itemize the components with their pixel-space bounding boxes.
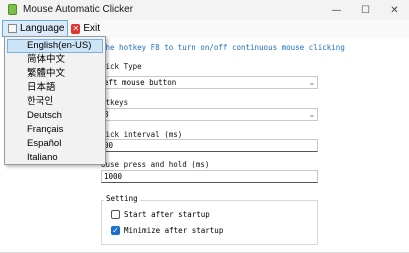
chevron-down-icon: ⌄ [308, 78, 316, 87]
app-icon [8, 4, 17, 15]
press-hold-label: ouse press and hold (ms) [101, 160, 210, 169]
exit-menu[interactable]: ✕ Exit [68, 20, 100, 37]
click-type-value: eft mouse button [104, 78, 177, 87]
maximize-button[interactable]: ☐ [351, 0, 380, 20]
start-after-startup-option[interactable]: Start after startup [111, 210, 210, 219]
language-option-german[interactable]: Deutsch [7, 109, 103, 123]
hotkeys-value: 8 [104, 110, 109, 119]
language-menu-label: Language [20, 23, 65, 34]
close-button[interactable]: ✕ [380, 0, 409, 20]
language-option-simplified-chinese[interactable]: 简体中文 [7, 53, 103, 67]
click-type-select[interactable]: eft mouse button ⌄ [101, 76, 318, 89]
click-interval-label: lick interval (ms) [101, 130, 183, 139]
language-option-korean[interactable]: 한국인 [7, 95, 103, 109]
hotkey-hint: the hotkey F8 to turn on/off continuous … [101, 43, 345, 52]
language-option-spanish[interactable]: Español [7, 137, 103, 151]
setting-group [101, 200, 318, 245]
click-interval-input[interactable]: 00 [101, 139, 318, 152]
chevron-down-icon: ⌄ [308, 110, 316, 119]
hotkeys-select[interactable]: 8 ⌄ [101, 108, 318, 121]
language-option-italian[interactable]: Italiano [7, 151, 103, 165]
minimize-after-startup-option[interactable]: ✓ Minimize after startup [111, 226, 223, 235]
language-option-french[interactable]: Français [7, 123, 103, 137]
minimize-after-startup-label: Minimize after startup [124, 226, 224, 235]
language-option-japanese[interactable]: 日本語 [7, 81, 103, 95]
language-option-traditional-chinese[interactable]: 繁體中文 [7, 67, 103, 81]
exit-menu-label: Exit [83, 23, 100, 34]
press-hold-input[interactable]: 1000 [101, 170, 318, 183]
close-icon: ✕ [71, 23, 81, 34]
click-type-label: lick Type [101, 62, 142, 71]
language-option-english[interactable]: English(en-US) [7, 39, 103, 53]
minimize-after-startup-checkbox[interactable]: ✓ [111, 226, 120, 235]
start-after-startup-label: Start after startup [124, 210, 210, 219]
window-title: Mouse Automatic Clicker [23, 4, 134, 15]
language-menu[interactable]: Language [2, 20, 68, 37]
language-dropdown: English(en-US) 简体中文 繁體中文 日本語 한국인 Deutsch… [4, 36, 106, 165]
press-hold-value: 1000 [104, 172, 123, 181]
minimize-button[interactable]: — [322, 0, 351, 20]
setting-group-title: Setting [104, 194, 140, 203]
start-after-startup-checkbox[interactable] [111, 210, 120, 219]
language-icon [8, 24, 17, 33]
